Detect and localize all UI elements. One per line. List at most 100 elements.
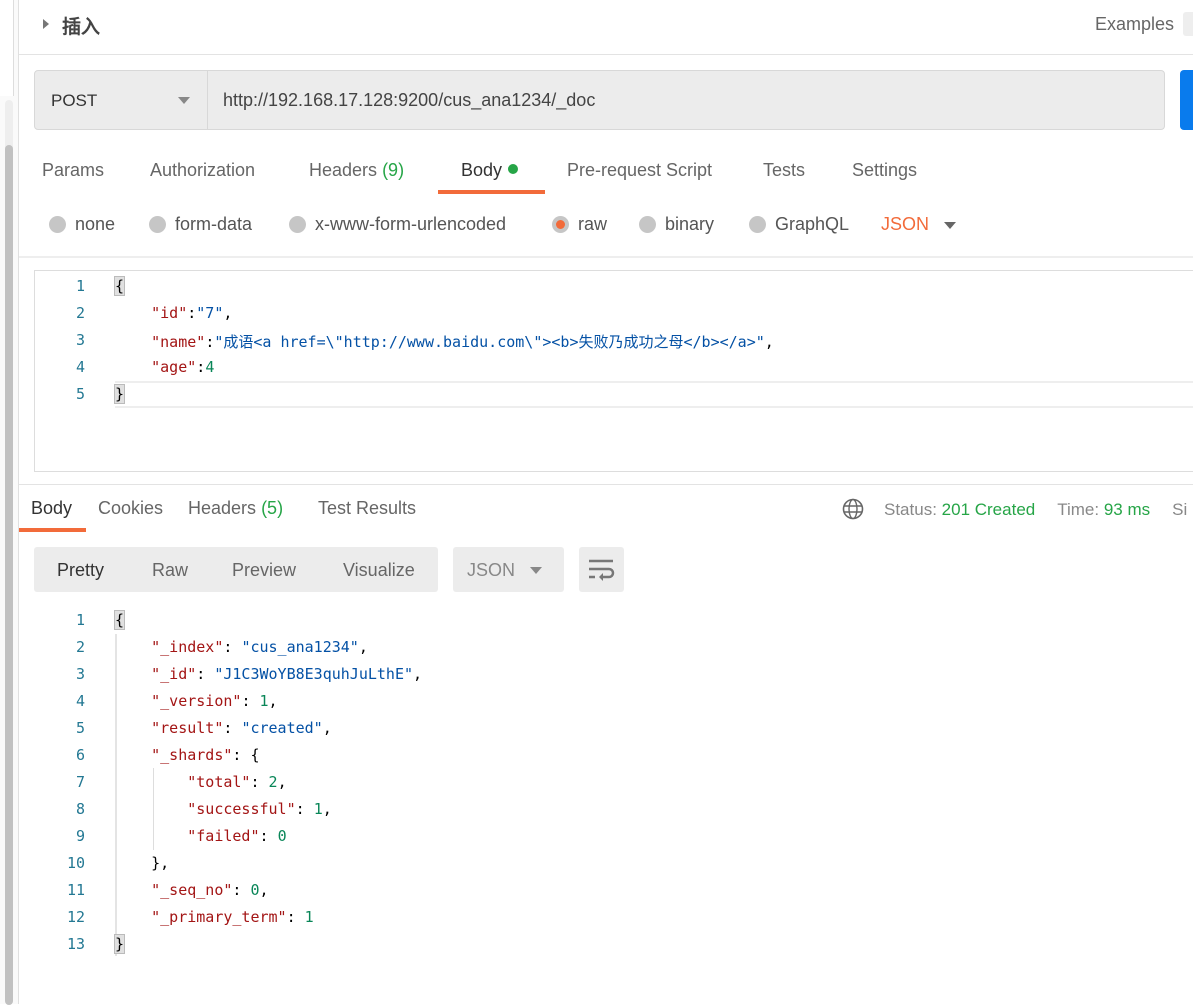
line-number: 12	[66, 908, 85, 926]
code-line: "_seq_no": 0,	[115, 881, 268, 899]
code-token: ,	[322, 800, 332, 818]
code-token: "成语<a href=\"http://www.baidu.com\"><b>失…	[214, 333, 765, 351]
tab-label: Body	[461, 160, 503, 180]
line-number: 7	[75, 773, 85, 791]
tab-authorization[interactable]: Authorization	[150, 160, 255, 181]
url-bar: POST http://192.168.17.128:9200/cus_ana1…	[34, 70, 1165, 130]
line-number: 1	[75, 277, 85, 295]
globe-icon[interactable]	[842, 498, 864, 520]
headers-count: (5)	[261, 498, 284, 518]
divider	[19, 54, 1193, 55]
code-token: ,	[413, 665, 423, 683]
format-label: JSON	[881, 214, 930, 234]
code-line: "successful": 1,	[115, 800, 332, 818]
status-value[interactable]: 201 Created	[942, 500, 1036, 519]
radio-icon	[639, 216, 656, 233]
tab-settings[interactable]: Settings	[852, 160, 917, 181]
radio-raw[interactable]: raw	[552, 214, 607, 235]
code-token: :	[250, 773, 269, 791]
code-token: 0	[277, 827, 287, 845]
send-button[interactable]	[1180, 70, 1193, 130]
tab-params[interactable]: Params	[42, 160, 104, 181]
radio-icon	[289, 216, 306, 233]
code-token: "result"	[115, 719, 224, 737]
code-token: ,	[268, 692, 278, 710]
sidebar-scrollbar[interactable]	[5, 100, 13, 1005]
request-title[interactable]: 插入	[62, 12, 100, 39]
code-token: : {	[232, 746, 260, 764]
tab-headers[interactable]: Headers (9)	[309, 160, 404, 181]
response-tab-body[interactable]: Body	[31, 498, 72, 519]
time-value[interactable]: 93 ms	[1104, 500, 1150, 519]
code-token: :	[295, 800, 314, 818]
active-tab-underline	[438, 190, 545, 194]
radio-x-www-form-urlencoded[interactable]: x-www-form-urlencoded	[289, 214, 506, 235]
code-line: "result": "created",	[115, 719, 332, 737]
examples-button[interactable]: Examples	[1095, 14, 1174, 35]
radio-selected-icon	[552, 216, 569, 233]
code-token: :	[241, 692, 260, 710]
response-tab-test-results[interactable]: Test Results	[318, 498, 416, 519]
code-token: :	[259, 827, 278, 845]
line-number: 2	[75, 638, 85, 656]
view-preview[interactable]: Preview	[232, 560, 296, 581]
code-token: "_version"	[115, 692, 242, 710]
code-token: "_shards"	[115, 746, 233, 764]
expand-triangle-icon[interactable]	[43, 19, 49, 29]
tab-tests[interactable]: Tests	[763, 160, 805, 181]
view-visualize[interactable]: Visualize	[343, 560, 415, 581]
response-meta: Status: 201 Created Time: 93 ms Si	[842, 498, 1187, 520]
status-label: Status:	[884, 500, 937, 519]
code-line: "total": 2,	[115, 773, 286, 791]
radio-form-data[interactable]: form-data	[149, 214, 252, 235]
radio-graphql[interactable]: GraphQL	[749, 214, 849, 235]
line-number: 3	[75, 665, 85, 683]
response-tab-headers[interactable]: Headers (5)	[188, 498, 283, 519]
code-line: "age":4	[115, 358, 214, 376]
view-raw[interactable]: Raw	[152, 560, 188, 581]
method-select[interactable]: POST	[35, 71, 208, 129]
radio-label: form-data	[175, 214, 253, 234]
line-number: 3	[75, 331, 85, 349]
code-token: "age"	[115, 358, 197, 376]
code-line: "failed": 0	[115, 827, 287, 845]
line-number: 4	[75, 358, 85, 376]
line-number: 5	[75, 385, 85, 403]
code-token: ,	[358, 638, 368, 656]
code-line: "_primary_term": 1	[115, 908, 314, 926]
body-indicator-dot	[508, 164, 519, 174]
line-number: 13	[66, 935, 85, 953]
code-token: {	[113, 276, 126, 296]
code-token: :	[232, 881, 251, 899]
line-number: 5	[75, 719, 85, 737]
body-format-select[interactable]: JSON	[881, 214, 929, 235]
response-format-select[interactable]: JSON	[453, 547, 564, 592]
url-input[interactable]: http://192.168.17.128:9200/cus_ana1234/_…	[223, 90, 595, 111]
code-token: "successful"	[115, 800, 296, 818]
wrap-lines-icon	[589, 559, 615, 581]
code-token: 1	[304, 908, 314, 926]
radio-label: raw	[578, 214, 608, 234]
tab-label: Headers	[188, 498, 257, 518]
code-token: :	[286, 908, 305, 926]
time-label: Time:	[1057, 500, 1100, 519]
code-token: ,	[223, 304, 233, 322]
code-line: }	[113, 384, 126, 404]
radio-binary[interactable]: binary	[639, 214, 714, 235]
wrap-lines-button[interactable]	[579, 547, 624, 592]
line-number: 8	[75, 800, 85, 818]
code-token: 4	[205, 358, 215, 376]
code-line: "name":"成语<a href=\"http://www.baidu.com…	[115, 331, 774, 352]
view-pretty[interactable]: Pretty	[57, 560, 104, 581]
line-number: 9	[75, 827, 85, 845]
size-label: Si	[1172, 500, 1188, 519]
radio-none[interactable]: none	[49, 214, 115, 235]
tab-pre-request-script[interactable]: Pre-request Script	[567, 160, 712, 181]
radio-label: none	[75, 214, 116, 234]
code-token: "_seq_no"	[115, 881, 233, 899]
response-tab-cookies[interactable]: Cookies	[98, 498, 163, 519]
code-token: "cus_ana1234"	[241, 638, 359, 656]
chevron-down-icon[interactable]	[944, 222, 956, 229]
code-token: :	[196, 358, 206, 376]
tab-body[interactable]: Body	[461, 160, 519, 181]
